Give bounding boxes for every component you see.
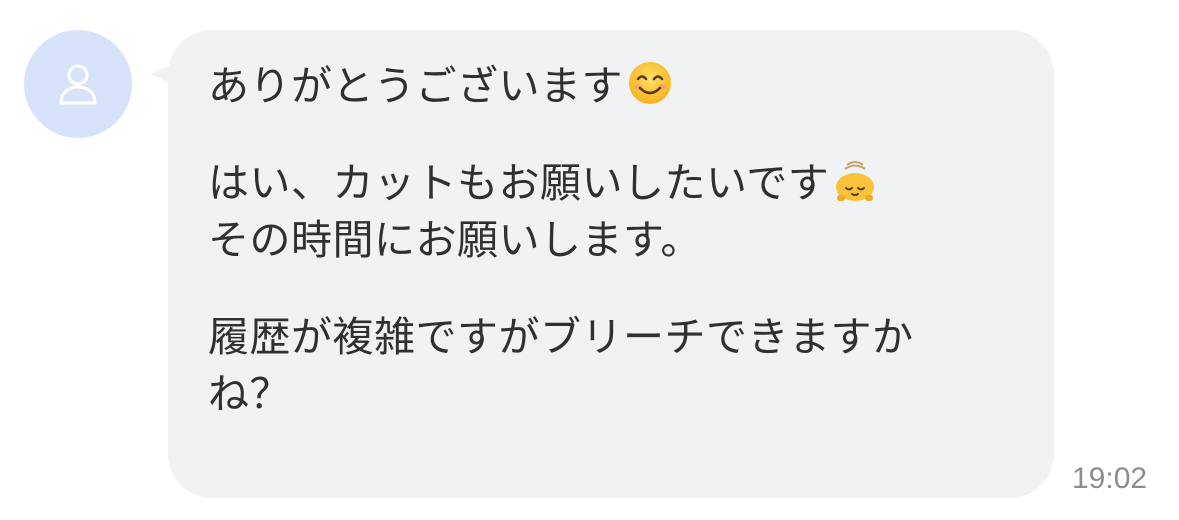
message-timestamp: 19:02	[1072, 462, 1148, 495]
person-icon	[59, 64, 97, 105]
message-line-2: はい、カットもお願いしたいです	[208, 155, 1028, 212]
avatar[interactable]	[24, 30, 132, 138]
message-line-5: ね？	[208, 370, 291, 418]
message-text: ありがとうございます はい、カットもお願いしたいです その時間にお願いします。 …	[208, 58, 1028, 423]
message-line-1: ありがとうございます	[208, 58, 1028, 115]
message-line-2-text: はい、カットもお願いしたいです	[208, 159, 830, 207]
smiling-face-emoji-icon	[629, 62, 671, 104]
message-line-4: 履歴が複雑ですがブリーチできますか	[208, 313, 914, 361]
bowing-face-emoji-icon	[836, 161, 875, 201]
message-line-1-text: ありがとうございます	[208, 62, 623, 110]
message-bubble[interactable]: ありがとうございます はい、カットもお願いしたいです その時間にお願いします。 …	[168, 30, 1054, 498]
message-line-3: その時間にお願いします。	[208, 216, 702, 264]
